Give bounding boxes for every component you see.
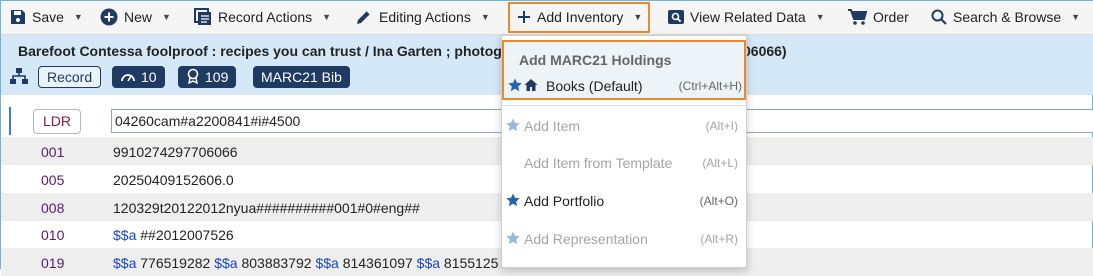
menu-item-label: Add Portfolio (524, 193, 605, 209)
record-label: Record (47, 69, 93, 85)
star-icon (506, 193, 520, 210)
menu-item-add-portfolio[interactable]: Add Portfolio (Alt+O) (502, 186, 746, 216)
order-label: Order (873, 9, 909, 25)
order-button[interactable]: Order (847, 1, 909, 33)
menu-item-label: Add Item from Template (524, 155, 673, 171)
field-tag[interactable]: 010 (41, 227, 64, 243)
menu-divider (502, 105, 746, 106)
menu-item-shortcut: (Alt+R) (700, 232, 738, 246)
menu-item-label: Add Item (524, 118, 581, 134)
field-value[interactable]: $$a ##2012007526 (113, 227, 234, 243)
field-tag[interactable]: 008 (41, 200, 64, 216)
search-icon (931, 9, 947, 25)
record-view-button[interactable]: Record (38, 66, 102, 88)
home-icon (524, 78, 538, 95)
pencil-icon (355, 8, 373, 26)
add-inventory-highlight (508, 2, 650, 33)
editing-actions-label: Editing Actions (379, 9, 471, 25)
menu-item-add-representation[interactable]: Add Representation (Alt+R) (502, 224, 746, 254)
editing-actions-button[interactable]: Editing Actions ▼ (355, 1, 490, 33)
menu-item-shortcut: (Alt+I) (705, 119, 738, 133)
speedometer-badge[interactable]: 10 (112, 66, 165, 88)
chevron-down-icon: ▼ (322, 12, 332, 22)
search-browse-label: Search & Browse (953, 9, 1062, 25)
menu-item-label: Add Representation (524, 231, 648, 247)
main-toolbar: Save ▼ New ▼ Record Actions ▼ Editing Ac… (1, 1, 1093, 35)
speedometer-count: 10 (141, 69, 157, 85)
field-value[interactable]: 120329t20122012nyua##########001#0#eng## (113, 200, 420, 216)
field-tag[interactable]: LDR (33, 109, 81, 134)
view-related-icon (668, 9, 684, 25)
chevron-down-icon: ▼ (1071, 12, 1081, 22)
menu-item-add-item-from-template[interactable]: Add Item from Template (Alt+L) (502, 148, 746, 178)
chevron-down-icon: ▼ (162, 12, 171, 22)
view-related-data-button[interactable]: View Related Data ▼ (668, 1, 825, 33)
save-button[interactable]: Save ▼ (10, 1, 83, 33)
award-icon (186, 68, 200, 87)
new-button[interactable]: New ▼ (100, 1, 171, 33)
star-icon (506, 118, 520, 135)
format-label: MARC21 Bib (261, 69, 342, 85)
menu-item-shortcut: (Ctrl+Alt+H) (678, 79, 742, 93)
record-actions-icon (194, 8, 212, 26)
section-title: Add MARC21 Holdings (519, 52, 672, 68)
record-actions-label: Record Actions (218, 9, 313, 25)
save-label: Save (32, 9, 64, 25)
format-badge: MARC21 Bib (253, 66, 350, 88)
hierarchy-icon[interactable] (10, 68, 28, 87)
cart-icon (847, 8, 867, 26)
chevron-down-icon: ▼ (480, 12, 490, 22)
marc21-holdings-section: Add MARC21 Holdings Books (Default) (Ctr… (502, 40, 746, 100)
record-title: Barefoot Contessa foolproof : recipes yo… (18, 43, 524, 59)
record-actions-button[interactable]: Record Actions ▼ (194, 1, 331, 33)
menu-item-books-default[interactable]: Books (Default) (Ctrl+Alt+H) (504, 71, 748, 101)
search-browse-button[interactable]: Search & Browse ▼ (931, 1, 1080, 33)
star-icon (508, 78, 522, 95)
new-label: New (124, 9, 153, 25)
view-related-label: View Related Data (690, 9, 806, 25)
chevron-down-icon: ▼ (73, 12, 83, 22)
field-tag[interactable]: 001 (41, 144, 64, 160)
save-icon (10, 9, 26, 25)
speedometer-icon (120, 69, 136, 86)
subfield-text: ##2012007526 (140, 227, 234, 243)
subfield-code: $$a (113, 227, 137, 243)
field-value[interactable]: 20250409152606.0 (113, 172, 234, 188)
row-focus-indicator (9, 107, 11, 135)
plus-circle-icon (100, 8, 118, 26)
field-tag[interactable]: 005 (41, 172, 64, 188)
add-inventory-menu: Add MARC21 Holdings Books (Default) (Ctr… (501, 35, 747, 268)
menu-item-shortcut: (Alt+L) (702, 156, 738, 170)
menu-item-label: Books (Default) (546, 78, 643, 94)
chevron-down-icon: ▼ (815, 12, 825, 22)
award-badge[interactable]: 109 (178, 66, 237, 88)
star-icon (506, 231, 520, 248)
menu-item-shortcut: (Alt+O) (699, 194, 738, 208)
award-count: 109 (205, 69, 229, 85)
record-title-tail: 06066) (743, 43, 787, 59)
field-value[interactable]: 9910274297706066 (113, 144, 238, 160)
menu-item-add-item[interactable]: Add Item (Alt+I) (502, 111, 746, 141)
